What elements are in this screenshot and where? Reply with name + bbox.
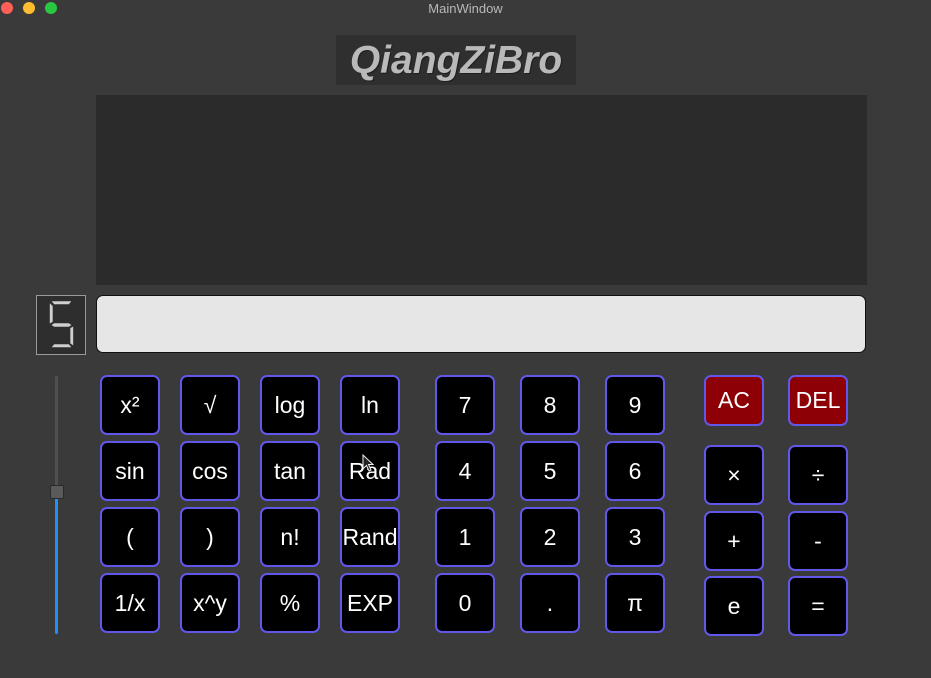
slider-fill: [55, 496, 58, 634]
plus-button[interactable]: +: [704, 511, 764, 571]
window-title: MainWindow: [428, 1, 503, 16]
ln-button[interactable]: ln: [340, 375, 400, 435]
sin-button[interactable]: sin: [100, 441, 160, 501]
digit-8-button[interactable]: 8: [520, 375, 580, 435]
minus-button[interactable]: -: [788, 511, 848, 571]
decimal-point-button[interactable]: .: [520, 573, 580, 633]
digit-2-button[interactable]: 2: [520, 507, 580, 567]
rand-button[interactable]: Rand: [340, 507, 400, 567]
digit-6-button[interactable]: 6: [605, 441, 665, 501]
seven-segment-digit: [49, 300, 74, 348]
brand-title: QiangZiBro: [336, 35, 576, 85]
square-button[interactable]: x²: [100, 375, 160, 435]
digit-4-button[interactable]: 4: [435, 441, 495, 501]
all-clear-button[interactable]: AC: [704, 375, 764, 426]
euler-e-button[interactable]: e: [704, 576, 764, 636]
history-display: [96, 95, 867, 285]
delete-button[interactable]: DEL: [788, 375, 848, 426]
power-button[interactable]: x^y: [180, 573, 240, 633]
reciprocal-button[interactable]: 1/x: [100, 573, 160, 633]
cos-button[interactable]: cos: [180, 441, 240, 501]
main-window: MainWindow QiangZiBro 5 x² √ log ln: [0, 0, 931, 678]
divide-button[interactable]: ÷: [788, 445, 848, 505]
factorial-button[interactable]: n!: [260, 507, 320, 567]
expression-input[interactable]: [96, 295, 866, 353]
log-button[interactable]: log: [260, 375, 320, 435]
pi-button[interactable]: π: [605, 573, 665, 633]
title-bar: MainWindow: [0, 0, 931, 17]
digit-5-button[interactable]: 5: [520, 441, 580, 501]
open-paren-button[interactable]: (: [100, 507, 160, 567]
sqrt-button[interactable]: √: [180, 375, 240, 435]
exp-button[interactable]: EXP: [340, 573, 400, 633]
equals-button[interactable]: =: [788, 576, 848, 636]
lcd-digit-display: 5: [36, 295, 86, 355]
digit-1-button[interactable]: 1: [435, 507, 495, 567]
tan-button[interactable]: tan: [260, 441, 320, 501]
percent-button[interactable]: %: [260, 573, 320, 633]
digit-9-button[interactable]: 9: [605, 375, 665, 435]
digit-7-button[interactable]: 7: [435, 375, 495, 435]
digit-3-button[interactable]: 3: [605, 507, 665, 567]
mouse-pointer-icon: [362, 454, 374, 472]
digit-0-button[interactable]: 0: [435, 573, 495, 633]
multiply-button[interactable]: ×: [704, 445, 764, 505]
close-paren-button[interactable]: ): [180, 507, 240, 567]
slider-handle[interactable]: [50, 485, 64, 499]
